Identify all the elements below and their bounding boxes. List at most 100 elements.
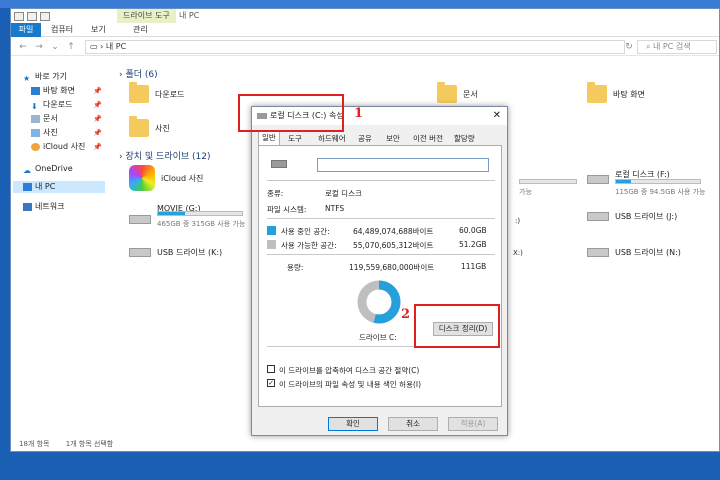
folder-icon <box>437 82 457 103</box>
tab-hardware[interactable]: 하드웨어 <box>318 133 346 145</box>
nav-label: 다운로드 <box>43 100 73 109</box>
tab-view[interactable]: 보기 <box>91 23 106 37</box>
item-count: 18개 항목 <box>19 440 50 448</box>
pictures-icon <box>31 129 40 137</box>
drives-header[interactable]: › 장치 및 드라이브 (12) <box>119 149 211 162</box>
folder-label: 바탕 화면 <box>613 89 645 99</box>
drive-usb-j[interactable]: USB 드라이브 (J:) <box>587 211 677 222</box>
icloud-icon <box>31 143 40 151</box>
tab-quota[interactable]: 할당량 <box>454 133 475 145</box>
tab-general[interactable]: 일반 <box>258 131 280 145</box>
pin-icon[interactable]: 📌 <box>93 143 102 151</box>
address-field[interactable]: ▭ › 내 PC <box>85 40 625 54</box>
tab-tools[interactable]: 도구 <box>288 133 302 145</box>
status-bar: 18개 항목 1개 항목 선택함 <box>19 439 113 449</box>
up-arrow-icon[interactable]: ↑ <box>65 40 77 54</box>
index-label: 이 드라이브의 파일 속성 및 내용 색인 허용(I) <box>279 380 422 389</box>
general-tab-panel: 종류: 로컬 디스크 파일 시스템: NTFS 사용 중인 공간: 64,489… <box>258 145 502 407</box>
nav-network[interactable]: 네트워크 <box>23 201 64 213</box>
address-path: 내 PC <box>105 42 127 51</box>
drives-header-label: 장치 및 드라이브 (12) <box>125 152 211 162</box>
nav-icloud-photos[interactable]: iCloud 사진 <box>31 141 85 153</box>
back-arrow-icon[interactable]: ← <box>17 40 29 54</box>
nav-downloads[interactable]: ⬇ 다운로드 <box>31 99 72 111</box>
nav-label: OneDrive <box>35 164 73 173</box>
divider <box>267 254 495 255</box>
tab-manage[interactable]: 관리 <box>133 23 148 37</box>
folders-header[interactable]: › 폴더 (6) <box>119 67 158 80</box>
apply-button[interactable]: 적용(A) <box>448 417 498 431</box>
quick-access-icon[interactable] <box>14 11 24 21</box>
index-checkbox[interactable]: ✓ <box>267 379 275 387</box>
folder-downloads[interactable]: 다운로드 <box>129 82 184 103</box>
drive-icloud-photos[interactable]: iCloud 사진 <box>129 165 203 191</box>
hard-drive-icon <box>129 215 151 224</box>
nav-label: 문서 <box>43 114 58 123</box>
drive-label: USB 드라이브 (K:) <box>157 248 223 257</box>
partial-drive-bar <box>519 179 577 184</box>
search-input[interactable]: ⌕ 내 PC 검색 <box>637 40 717 54</box>
ribbon-tabs: 파일 컴퓨터 보기 관리 <box>11 23 719 37</box>
drive-usb-n[interactable]: USB 드라이브 (N:) <box>587 247 681 258</box>
close-icon[interactable]: ✕ <box>493 107 501 125</box>
tab-previous-versions[interactable]: 이전 버전 <box>413 133 443 145</box>
ok-button[interactable]: 확인 <box>328 417 378 431</box>
annotation-number-1: 1 <box>354 106 364 121</box>
tab-computer[interactable]: 컴퓨터 <box>51 23 73 37</box>
desktop-icon <box>31 87 40 95</box>
pin-icon[interactable]: 📌 <box>93 129 102 137</box>
properties-icon[interactable] <box>27 11 37 21</box>
new-folder-icon[interactable] <box>40 11 50 21</box>
nav-label: 바로 가기 <box>35 72 67 81</box>
icloud-photos-icon <box>129 165 155 191</box>
network-icon <box>23 203 32 211</box>
annotation-box-2 <box>414 304 500 348</box>
tab-sharing[interactable]: 공유 <box>358 133 372 145</box>
hard-drive-icon <box>271 160 287 168</box>
drive-usb-k[interactable]: USB 드라이브 (K:) <box>129 247 222 258</box>
used-space-label: 사용 중인 공간: <box>281 227 330 236</box>
context-tab-drive-tools: 드라이브 도구 <box>117 9 176 23</box>
drive-label: USB 드라이브 (J:) <box>615 212 678 221</box>
nav-desktop[interactable]: 바탕 화면 <box>31 85 75 97</box>
type-value: 로컬 디스크 <box>325 189 362 198</box>
tab-file[interactable]: 파일 <box>11 23 41 37</box>
chevron-down-icon[interactable]: ⌄ <box>49 40 61 54</box>
folder-desktop[interactable]: 바탕 화면 <box>587 82 645 103</box>
nav-pictures[interactable]: 사진 <box>31 127 58 139</box>
nav-onedrive[interactable]: ☁ OneDrive <box>23 163 73 175</box>
drive-g-usage-bar <box>157 211 243 216</box>
divider <box>267 180 495 181</box>
title-bar: 드라이브 도구 내 PC <box>11 9 719 23</box>
cancel-button[interactable]: 취소 <box>388 417 438 431</box>
partial-drive-label: X:) <box>513 249 523 257</box>
nav-quick-access[interactable]: ★ 바로 가기 <box>23 71 67 83</box>
folder-pictures[interactable]: 사진 <box>129 116 170 137</box>
pin-icon[interactable]: 📌 <box>93 101 102 109</box>
nav-label: 사진 <box>43 128 58 137</box>
compress-checkbox[interactable] <box>267 365 275 373</box>
drive-letter-label: 드라이브 C: <box>359 333 397 342</box>
forward-arrow-icon[interactable]: → <box>33 40 45 54</box>
folder-icon <box>129 82 149 103</box>
annotation-box-1 <box>238 94 344 132</box>
capacity-bytes: 119,559,680,000바이트 <box>349 263 435 272</box>
download-icon: ⬇ <box>31 102 38 111</box>
nav-documents[interactable]: 문서 <box>31 113 58 125</box>
partial-drive-label: :) <box>515 217 521 225</box>
free-space-gb: 51.2GB <box>459 240 487 249</box>
drive-name-input[interactable] <box>317 158 489 172</box>
drive-f-usage-bar <box>615 179 701 184</box>
document-icon <box>31 115 40 123</box>
folder-documents[interactable]: 문서 <box>437 82 478 103</box>
pin-icon[interactable]: 📌 <box>93 115 102 123</box>
refresh-icon[interactable]: ↻ <box>623 40 635 54</box>
used-space-bytes: 64,489,074,688바이트 <box>353 227 434 236</box>
window-title: 내 PC <box>179 11 200 20</box>
cloud-icon: ☁ <box>23 166 31 175</box>
tab-security[interactable]: 보안 <box>386 133 400 145</box>
nav-this-pc[interactable]: 내 PC <box>13 181 105 193</box>
desktop-strip <box>0 0 720 8</box>
nav-label: 바탕 화면 <box>43 86 75 95</box>
pin-icon[interactable]: 📌 <box>93 87 102 95</box>
